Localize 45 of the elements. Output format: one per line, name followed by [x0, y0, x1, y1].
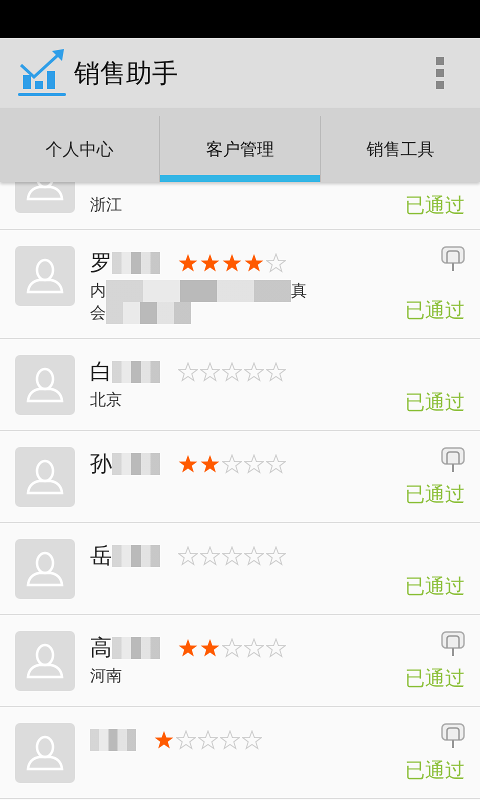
- pin-icon[interactable]: [441, 246, 465, 272]
- status-text: 已通过: [405, 757, 465, 784]
- tab[interactable]: 客户管理: [159, 116, 320, 182]
- pin-icon[interactable]: [441, 723, 465, 749]
- customer-name: 岳: [90, 543, 112, 571]
- customer-name: 孙: [90, 451, 112, 479]
- customer-name: 罗: [90, 250, 112, 278]
- pixelated-redaction: [112, 545, 160, 567]
- customer-name: 高: [90, 635, 112, 663]
- app-title: 销售助手: [74, 58, 179, 90]
- address-text: 会: [90, 302, 106, 324]
- avatar-icon: [15, 539, 75, 599]
- address-text: 内: [90, 280, 106, 302]
- status-text: 已通过: [405, 192, 465, 219]
- status-text: 已通过: [405, 665, 465, 692]
- status-text: 已通过: [405, 481, 465, 508]
- avatar-icon: [15, 246, 75, 306]
- list-item[interactable]: 岳 已通过: [0, 523, 480, 615]
- avatar-icon: [15, 355, 75, 415]
- list-item[interactable]: 高 河南 已通过: [0, 615, 480, 707]
- list-item[interactable]: 孙 已通过: [0, 431, 480, 523]
- address-text: 真: [291, 280, 307, 302]
- chart-logo-icon: [18, 49, 68, 97]
- avatar-icon: [15, 723, 75, 783]
- pin-icon[interactable]: [441, 447, 465, 473]
- tab[interactable]: 个人中心: [0, 116, 160, 182]
- status-text: 已通过: [405, 573, 465, 600]
- tab[interactable]: 销售工具: [320, 116, 480, 182]
- address-text: 河南: [90, 666, 122, 686]
- list-item[interactable]: 白 北京 已通过: [0, 339, 480, 431]
- pixelated-redaction: [112, 252, 160, 274]
- avatar-icon: [15, 631, 75, 691]
- list-item[interactable]: 罗 内 真 会 已通过: [0, 230, 480, 339]
- pixelated-redaction: [90, 729, 136, 751]
- avatar-icon: [15, 447, 75, 507]
- pin-icon[interactable]: [441, 631, 465, 657]
- overflow-menu-icon[interactable]: [436, 57, 444, 89]
- pixelated-redaction: [112, 637, 160, 659]
- customer-name: 白: [90, 359, 112, 387]
- address-text: 北京: [90, 390, 122, 410]
- pixelated-redaction: [112, 453, 160, 475]
- status-text: 已通过: [405, 389, 465, 416]
- status-text: 已通过: [405, 297, 465, 324]
- pixelated-redaction: [112, 361, 160, 383]
- address-text: 浙江: [90, 195, 122, 216]
